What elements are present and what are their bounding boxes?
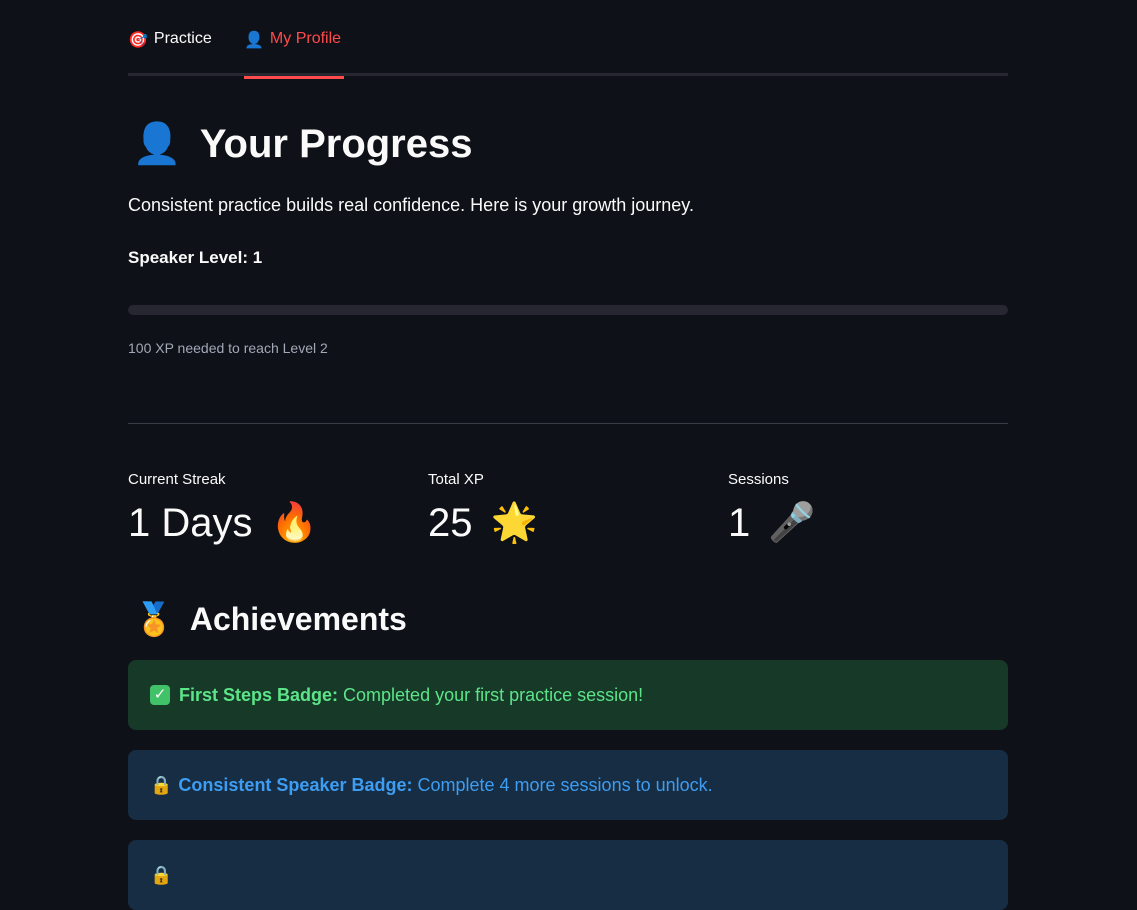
microphone-icon: 🎤 [768,502,816,544]
metric-value: 25 🌟 [428,496,718,550]
fire-icon: 🔥 [270,502,318,544]
page-title: 👤 Your Progress [132,116,473,172]
achievements-heading-text: Achievements [189,601,407,637]
badge-name: Consistent Speaker Badge: [178,774,413,795]
tab-label: Practice [153,30,212,47]
achievement-consistent-speaker: 🔒 Consistent Speaker Badge: Complete 4 m… [128,750,1008,820]
achievement-locked: 🔒 [128,840,1008,910]
metric-value-text: 1 [728,501,751,545]
metric-value: 1 🎤 [728,496,1018,550]
page-title-text: Your Progress [199,122,473,166]
lock-icon: 🔒 [150,864,173,885]
main-container: 🎯 Practice 👤 My Profile 👤 Your Progress … [128,0,1008,910]
metric-label: Current Streak [128,471,226,488]
lock-icon: 🔒 [150,774,173,795]
badge-description: Completed your first practice session! [343,684,644,705]
achievement-first-steps: ✓ First Steps Badge: Completed your firs… [128,660,1008,730]
page-subtitle: Consistent practice builds real confiden… [128,195,694,215]
xp-needed-caption: 100 XP needed to reach Level 2 [128,340,328,356]
user-icon: 👤 [132,122,182,166]
achievements-heading: 🏅 Achievements [134,596,407,642]
metric-label: Sessions [728,471,789,488]
tab-label: My Profile [269,30,342,47]
tab-bar: 🎯 Practice 👤 My Profile [128,0,1008,79]
speaker-level: Speaker Level: 1 [128,248,263,267]
check-icon: ✓ [150,685,170,705]
badge-name: First Steps Badge: [179,684,339,705]
level-progress-bar [128,305,1008,315]
metric-value-text: 25 [428,501,473,545]
medal-icon: 🏅 [134,601,174,637]
metric-value-text: 1 Days [128,501,253,545]
divider [128,423,1008,424]
target-icon: 🎯 [128,32,148,49]
user-icon: 👤 [244,32,264,49]
badge-description: Complete 4 more sessions to unlock. [417,774,713,795]
tab-my-profile[interactable]: 👤 My Profile [244,30,344,79]
metric-total-xp: Total XP 25 🌟 [428,470,718,550]
metric-label: Total XP [428,471,484,488]
metric-value: 1 Days 🔥 [128,496,418,550]
star-icon: 🌟 [490,502,538,544]
tab-practice[interactable]: 🎯 Practice [128,30,216,76]
metric-sessions: Sessions 1 🎤 [728,470,1018,550]
metric-current-streak: Current Streak 1 Days 🔥 [128,470,418,550]
